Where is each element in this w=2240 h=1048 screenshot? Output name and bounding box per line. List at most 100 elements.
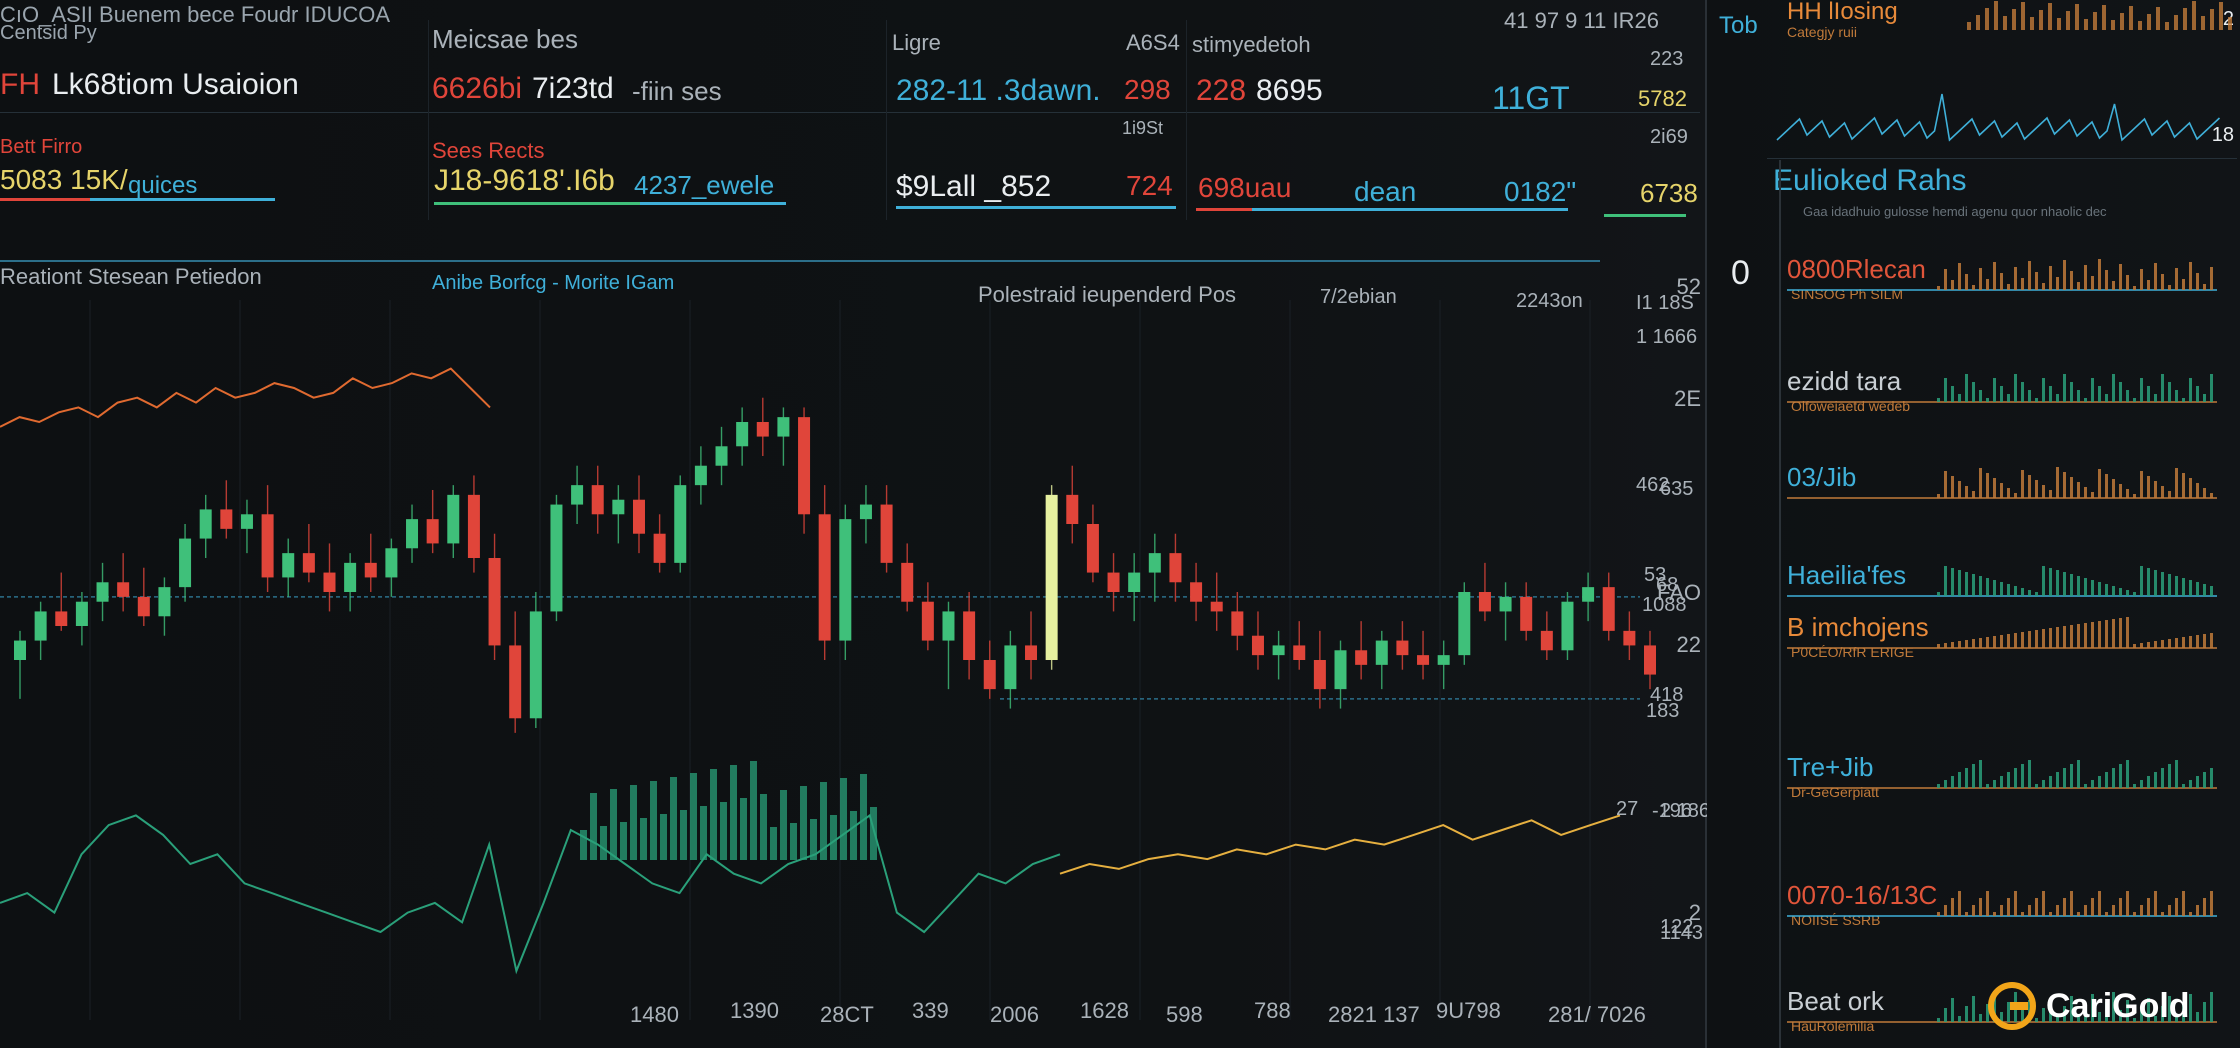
side-row-bar	[2210, 374, 2213, 402]
row2-c3-underline	[896, 206, 1176, 209]
side-row-bar	[2203, 634, 2206, 648]
candle-body	[261, 514, 274, 578]
side-row-bar	[2077, 282, 2080, 290]
side-row-bar	[2126, 390, 2129, 402]
orange-indicator-line	[0, 367, 491, 428]
side-row-bar	[2140, 378, 2143, 402]
side-row-bar	[2105, 270, 2108, 290]
side-row-bar	[2007, 584, 2010, 596]
side-row-bar	[2084, 623, 2087, 648]
side-row-bar	[1986, 578, 1989, 596]
side-row-bar	[2196, 273, 2199, 290]
side-row-bar	[2049, 490, 2052, 498]
candle-body	[818, 514, 831, 641]
side-row-bar	[2021, 588, 2024, 596]
candle-body	[75, 601, 88, 626]
col3-value-red: 298	[1124, 74, 1171, 105]
side-row-bar	[2098, 621, 2101, 648]
side-row-bar	[1993, 912, 1996, 916]
candle-body	[1272, 645, 1285, 656]
side-row-bar	[1965, 912, 1968, 916]
volume-bar	[640, 818, 647, 860]
side-row-bar	[1979, 1014, 1982, 1022]
time-axis-label: 1628	[1080, 998, 1129, 1023]
side-row-value: 2	[1688, 900, 1701, 925]
volume-bar	[660, 814, 667, 860]
side-row-bar	[2161, 374, 2164, 402]
side-row-bar	[1993, 780, 1996, 788]
volume-bar	[590, 793, 597, 860]
col4-label: stimyedetoh	[1192, 32, 1311, 57]
side-row-bar	[2014, 267, 2017, 290]
side-top-bar	[1994, 1, 1998, 30]
logo-text: CariGold	[2046, 986, 2190, 1025]
side-top-bar	[2210, 9, 2214, 30]
side-row-bar	[2140, 905, 2143, 916]
row2-c4-v2: 2i69	[1650, 126, 1688, 148]
pair-name[interactable]: Lk68tiom Usaioion	[52, 68, 299, 102]
side-top-bar	[2147, 14, 2151, 30]
side-row-bar	[2133, 398, 2136, 402]
candle-body	[1313, 660, 1326, 690]
side-row-bar	[1958, 394, 1961, 402]
chart-top-divider	[0, 260, 1600, 262]
chart-center-cyan: Anibe Borfcg - Morite IGam	[432, 272, 675, 294]
side-row-bar	[2063, 260, 2066, 290]
side-row-bar	[2021, 764, 2024, 788]
side-row-bar	[1972, 764, 1975, 788]
price-axis-label: 183	[1646, 700, 1680, 722]
side-top-bar	[2021, 2, 2025, 30]
side-row-bar	[1986, 279, 1989, 290]
side-top-bar	[2003, 16, 2007, 30]
side-top-bar	[2201, 16, 2205, 30]
side-row-bar	[2154, 570, 2157, 596]
side-row-bar	[2161, 274, 2164, 290]
side-section-title: Eulioked Rahs	[1773, 164, 1967, 197]
side-row-bar	[2077, 912, 2080, 916]
side-row-bar	[2168, 574, 2171, 596]
side-row-bar	[2203, 488, 2206, 498]
side-row-bar	[2028, 905, 2031, 916]
candlestick-chart[interactable]	[0, 300, 1761, 1020]
side-row-bar	[2133, 286, 2136, 290]
side-row-bar	[1965, 768, 1968, 788]
side-row-bar	[1937, 592, 1940, 596]
side-row-bar	[1993, 478, 1996, 498]
candle-body	[1066, 494, 1079, 524]
side-row-bar	[1965, 572, 1968, 596]
col2-title: Meicsae bes	[432, 24, 578, 54]
side-row-bar	[2133, 494, 2136, 498]
side-row-bar	[2112, 479, 2115, 498]
side-row-bar	[2182, 473, 2185, 498]
candle-body	[736, 422, 749, 447]
volume-bar	[840, 778, 847, 860]
candle-body	[1355, 650, 1368, 665]
side-row-bar	[2140, 566, 2143, 596]
side-row-bar	[2126, 489, 2129, 498]
pair-tag[interactable]: FH	[0, 68, 40, 102]
side-row-bar	[2175, 760, 2178, 788]
side-row-bar	[2203, 772, 2206, 788]
row2-c4-underline-red	[1196, 208, 1252, 211]
side-row-bar	[2105, 584, 2108, 596]
side-row-bar	[1937, 494, 1940, 498]
side-row-bar	[2091, 378, 2094, 402]
side-row-bar	[2126, 590, 2129, 596]
side-row-bar	[2182, 578, 2185, 596]
side-row-bar	[2084, 265, 2087, 290]
time-axis-label: 2006	[990, 1002, 1039, 1027]
side-row-bar	[1958, 891, 1961, 916]
side-row-bar	[1958, 641, 1961, 648]
side-divider	[1767, 158, 2237, 159]
side-row-value: 22	[1676, 632, 1701, 657]
side-row-bar	[1972, 574, 1975, 596]
side-row-bar	[2133, 644, 2136, 648]
side-row-bar	[1951, 898, 1954, 916]
side-top-bar	[2183, 8, 2187, 30]
volume-bar	[650, 781, 657, 860]
side-row-bar	[2014, 493, 2017, 498]
col-divider-2	[886, 20, 887, 220]
side-row-bar	[1958, 772, 1961, 788]
side-row-bar	[2210, 586, 2213, 596]
side-row-bar	[2147, 776, 2150, 788]
